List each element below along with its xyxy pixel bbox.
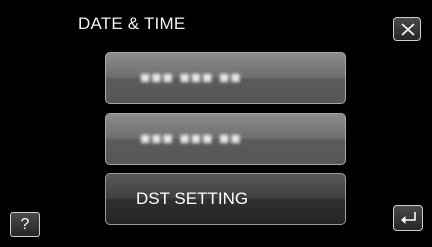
menu-item-date-setting[interactable]: ■■■ ■■■ ■■ <box>105 52 346 104</box>
close-button[interactable] <box>393 17 421 41</box>
close-icon <box>401 23 415 36</box>
menu-item-label: DST SETTING <box>136 189 249 208</box>
menu-item-label: ■■■ ■■■ ■■ <box>140 68 242 87</box>
page-title: DATE & TIME <box>78 14 186 33</box>
back-button[interactable] <box>393 205 423 231</box>
help-button[interactable]: ? <box>10 212 40 237</box>
menu-item-area-setting[interactable]: ■■■ ■■■ ■■ <box>105 113 346 165</box>
back-arrow-icon <box>401 212 416 224</box>
menu-item-dst-setting[interactable]: DST SETTING <box>105 173 346 225</box>
menu-item-label: ■■■ ■■■ ■■ <box>140 129 242 148</box>
